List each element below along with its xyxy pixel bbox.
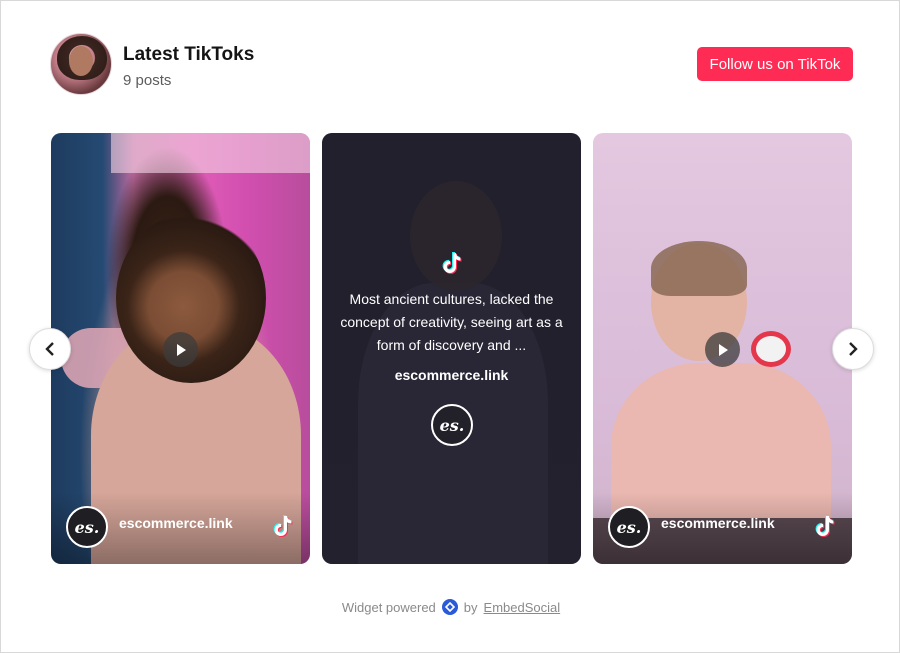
brand-avatar[interactable]: es. bbox=[608, 506, 650, 548]
brand-avatar[interactable]: es. bbox=[66, 506, 108, 548]
tiktok-icon[interactable] bbox=[815, 514, 835, 538]
powered-by: Widget powered by EmbedSocial bbox=[1, 599, 900, 615]
play-icon bbox=[718, 343, 728, 356]
account-handle[interactable]: escommerce.link bbox=[119, 515, 233, 531]
chevron-right-icon bbox=[849, 342, 858, 356]
chevron-left-icon bbox=[45, 342, 54, 356]
photo-hair bbox=[651, 241, 747, 296]
account-handle[interactable]: escommerce.link bbox=[322, 367, 581, 383]
tiktok-widget: Latest TikToks 9 posts Follow us on TikT… bbox=[0, 0, 900, 653]
photo-cupcake bbox=[751, 331, 791, 367]
by-text: by bbox=[463, 599, 478, 615]
tiktok-icon[interactable] bbox=[273, 514, 293, 538]
background-decor bbox=[111, 133, 310, 173]
tiktok-icon[interactable] bbox=[442, 251, 462, 275]
play-button[interactable] bbox=[705, 332, 740, 367]
powered-text: Widget powered bbox=[341, 599, 436, 615]
play-button[interactable] bbox=[163, 332, 198, 367]
account-handle[interactable]: escommerce.link bbox=[661, 515, 775, 531]
avatar-face bbox=[69, 46, 93, 76]
tiktok-post-card[interactable]: es. escommerce.link bbox=[51, 133, 310, 564]
embedsocial-link[interactable]: EmbedSocial bbox=[484, 600, 561, 615]
carousel-prev-button[interactable] bbox=[29, 328, 71, 370]
follow-tiktok-button[interactable]: Follow us on TikTok bbox=[697, 47, 853, 81]
tiktok-post-card[interactable]: es. escommerce.link bbox=[593, 133, 852, 564]
profile-avatar[interactable] bbox=[50, 33, 112, 95]
embedsocial-icon bbox=[441, 599, 458, 615]
post-caption: Most ancient cultures, lacked the concep… bbox=[340, 291, 563, 353]
card-footer: es. escommerce.link bbox=[51, 492, 310, 564]
tiktok-post-card-hover[interactable]: Most ancient cultures, lacked the concep… bbox=[322, 133, 581, 564]
card-footer: es. escommerce.link bbox=[593, 492, 852, 564]
carousel-next-button[interactable] bbox=[832, 328, 874, 370]
play-icon bbox=[176, 343, 186, 356]
posts-count: 9 posts bbox=[123, 72, 172, 89]
feed-title: Latest TikToks bbox=[123, 44, 255, 65]
brand-avatar[interactable]: es. bbox=[431, 404, 473, 446]
